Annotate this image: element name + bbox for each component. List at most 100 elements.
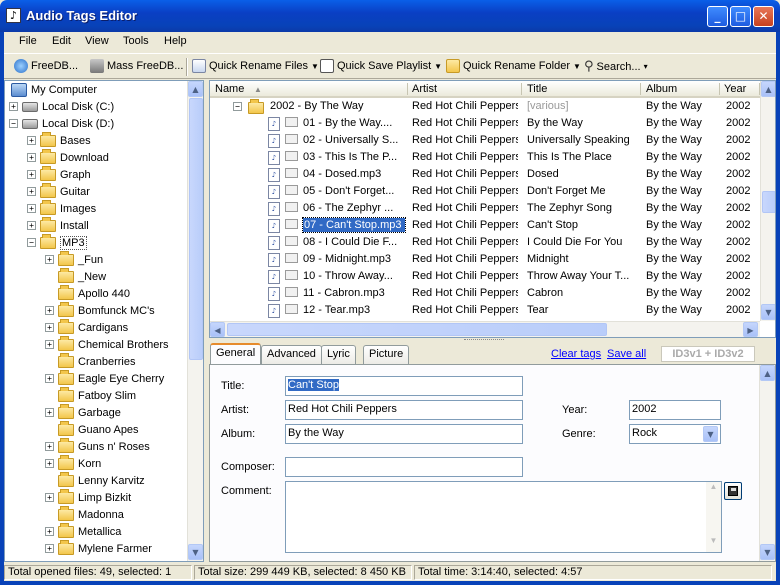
expand-icon[interactable]: + [45,255,54,264]
tree-item-disk-c[interactable]: + Local Disk (C:) [9,98,114,115]
tree-item[interactable]: Madonna [45,505,124,523]
comment-field[interactable] [285,481,722,553]
search-button[interactable]: ⚲ Search... ▾ [584,59,648,74]
tree-item-disk-d[interactable]: − Local Disk (D:) [9,115,114,132]
tree-item[interactable]: + Guns n' Roses [45,437,150,455]
quick-rename-files-button[interactable]: Quick Rename Files ▼ [192,59,319,73]
menu-edit[interactable]: Edit [52,35,71,47]
scroll-up-icon[interactable]: ▲ [760,365,775,381]
column-divider[interactable] [719,83,720,95]
column-title[interactable]: Title [527,83,547,95]
quick-rename-folder-button[interactable]: Quick Rename Folder ▼ [446,59,581,73]
mass-freedb-button[interactable]: Mass FreeDB... [90,59,183,73]
expand-icon[interactable]: + [45,374,54,383]
tree-item[interactable]: − MP3 [27,233,87,251]
freedb-button[interactable]: FreeDB... [14,59,78,73]
table-row[interactable]: ♪ 04 - Dosed.mp3 Red Hot Chili Peppers Dose… [210,166,760,183]
scroll-down-icon[interactable]: ▼ [188,544,203,560]
menu-view[interactable]: View [85,35,109,47]
scroll-down-icon[interactable]: ▼ [760,544,775,560]
title-field[interactable]: Can't Stop [285,376,523,396]
scroll-down-icon[interactable]: ▼ [706,536,721,551]
list-vscrollbar[interactable]: ▲ ▼ [760,81,775,321]
table-row[interactable]: ♪ 07 - Can't Stop.mp3 Red Hot Chili Pepper… [210,217,760,234]
table-row[interactable]: ♪ 08 - I Could Die F... Red Hot Chili Pepp… [210,234,760,251]
table-row[interactable]: ♪ 02 - Universally S... Red Hot Chili Pepp… [210,132,760,149]
expand-icon[interactable]: + [45,408,54,417]
menu-file[interactable]: File [19,35,37,47]
tree-item[interactable]: + Images [27,199,96,217]
expand-icon[interactable]: + [45,442,54,451]
menu-help[interactable]: Help [164,35,187,47]
collapse-icon[interactable]: − [9,119,18,128]
tree-item[interactable]: + Download [27,148,109,166]
minimize-button[interactable]: _ [707,6,728,27]
column-album[interactable]: Album [646,83,677,95]
tree-item[interactable]: + Mylene Farmer [45,539,152,557]
tree-item[interactable]: + Garbage [45,403,121,421]
tag-vscrollbar[interactable]: ▲ ▼ [759,365,775,561]
chevron-down-icon[interactable]: ▼ [703,426,718,442]
expand-icon[interactable]: + [45,544,54,553]
collapse-icon[interactable]: − [27,238,36,247]
genre-select[interactable]: Rock ▼ [629,424,721,444]
column-year[interactable]: Year [724,83,746,95]
scroll-right-icon[interactable]: ▶ [743,322,758,337]
tree-item[interactable]: Lenny Karvitz [45,471,145,489]
tree-item[interactable]: + Korn [45,454,101,472]
tree-item-my-computer[interactable]: My Computer [11,81,97,98]
dropdown-arrow-icon[interactable]: ▾ [644,62,648,71]
year-field[interactable]: 2002 [629,400,721,420]
expand-icon[interactable]: + [45,340,54,349]
expand-icon[interactable]: + [27,204,36,213]
tree-item[interactable]: + Limp Bizkit [45,488,131,506]
table-row[interactable]: ♪ 11 - Cabron.mp3 Red Hot Chili Peppers Cab… [210,285,760,302]
column-divider[interactable] [521,83,522,95]
tree-item[interactable]: + Cardigans [45,318,128,336]
table-row[interactable]: ♪ 06 - The Zephyr ... Red Hot Chili Pepper… [210,200,760,217]
expand-icon[interactable]: + [45,323,54,332]
tree-item[interactable]: + Install [27,216,89,234]
expand-icon[interactable]: + [27,170,36,179]
expand-icon[interactable]: + [45,493,54,502]
menu-tools[interactable]: Tools [123,35,149,47]
tree-item[interactable]: + Graph [27,165,91,183]
column-artist[interactable]: Artist [412,83,437,95]
table-row[interactable]: ♪ 03 - This Is The P... Red Hot Chili Pepp… [210,149,760,166]
dropdown-arrow-icon[interactable]: ▼ [434,62,442,71]
tree-item[interactable]: _New [45,267,106,285]
expand-icon[interactable]: + [9,102,18,111]
table-row[interactable]: ♪ 12 - Tear.mp3 Red Hot Chili Peppers Tear B… [210,302,760,319]
album-field[interactable]: By the Way [285,424,523,444]
tree-item[interactable]: + Metallica [45,522,121,540]
scroll-thumb[interactable] [762,191,775,213]
expand-icon[interactable]: + [27,153,36,162]
scroll-up-icon[interactable]: ▲ [761,81,775,97]
clear-tags-link[interactable]: Clear tags [551,348,601,360]
tree-item[interactable]: + Chemical Brothers [45,335,168,353]
file-list[interactable]: Name ▲ Artist Title Album Year Tr − 2002… [209,80,776,338]
tree-item[interactable]: Fatboy Slim [45,386,136,404]
tree-item[interactable]: Guano Apes [45,420,139,438]
artist-field[interactable]: Red Hot Chili Peppers [285,400,523,420]
expand-icon[interactable]: + [27,136,36,145]
title-bar[interactable]: ♪ Audio Tags Editor _ □ ✕ [0,0,780,32]
tree-item[interactable]: Apollo 440 [45,284,130,302]
tree-item[interactable]: + Guitar [27,182,90,200]
close-button[interactable]: ✕ [753,6,774,27]
dropdown-arrow-icon[interactable]: ▼ [573,62,581,71]
list-hscrollbar[interactable]: ◀ ▶ [210,321,760,337]
save-tag-button[interactable] [724,482,742,500]
scroll-up-icon[interactable]: ▲ [188,81,203,97]
expand-icon[interactable]: + [45,459,54,468]
folder-row[interactable]: − 2002 - By The Way Red Hot Chili Pepper… [210,98,760,115]
tab-lyric[interactable]: Lyric [321,345,356,364]
folder-tree[interactable]: My Computer + Local Disk (C:) − Local Di… [4,80,204,562]
column-name[interactable]: Name [215,83,244,95]
expand-icon[interactable]: + [45,306,54,315]
scroll-up-icon[interactable]: ▲ [706,482,721,497]
scroll-left-icon[interactable]: ◀ [210,322,225,337]
collapse-icon[interactable]: − [233,102,242,111]
table-row[interactable]: ♪ 01 - By the Way.... Red Hot Chili Pepper… [210,115,760,132]
table-row[interactable]: ♪ 05 - Don't Forget... Red Hot Chili Peppe… [210,183,760,200]
